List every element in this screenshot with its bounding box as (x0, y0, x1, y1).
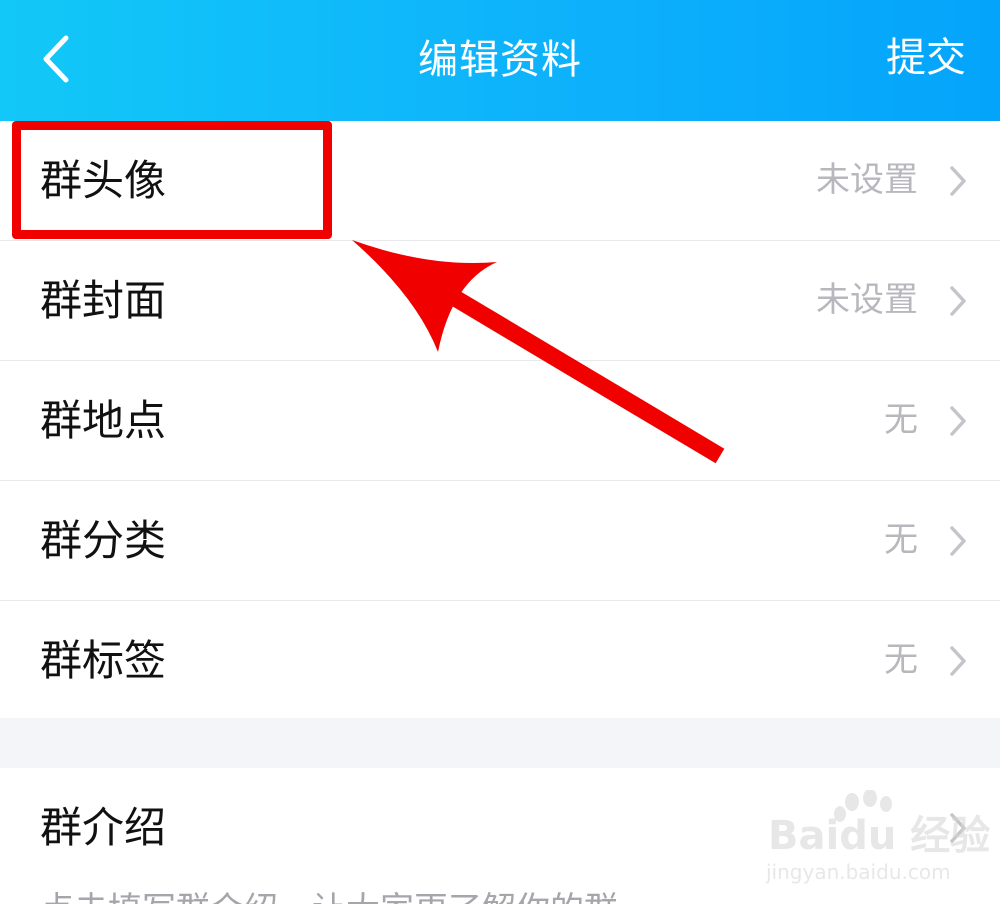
row-value: 无 (884, 640, 918, 680)
row-label: 群标签 (40, 636, 167, 685)
row-value: 无 (884, 520, 918, 560)
intro-label: 群介绍 (40, 803, 167, 852)
row-group-location[interactable]: 群地点 无 (0, 361, 1000, 481)
navigation-bar: 编辑资料 提交 (0, 0, 1000, 121)
intro-hint: 点击填写群介绍，让大家更了解你的群 (40, 888, 618, 904)
section-divider (0, 718, 1000, 768)
chevron-right-icon (950, 646, 966, 676)
row-label: 群地点 (40, 396, 167, 445)
watermark-logo-text: Baidu 经验 (768, 813, 991, 859)
row-group-category[interactable]: 群分类 无 (0, 481, 1000, 601)
edit-profile-screen: 编辑资料 提交 群头像 未设置 群封面 未设置 群地点 无 群分类 无 群标签 … (0, 0, 1000, 904)
row-value: 无 (884, 400, 918, 440)
page-title: 编辑资料 (418, 37, 582, 83)
row-value: 未设置 (816, 160, 918, 200)
annotation-highlight-box (12, 121, 332, 239)
row-value: 未设置 (816, 280, 918, 320)
watermark-url: jingyan.baidu.com (766, 860, 951, 884)
submit-button[interactable]: 提交 (886, 30, 966, 86)
chevron-right-icon (950, 166, 966, 196)
row-label: 群封面 (40, 276, 167, 325)
row-label: 群分类 (40, 516, 167, 565)
chevron-right-icon (950, 526, 966, 556)
chevron-right-icon (950, 406, 966, 436)
row-group-tags[interactable]: 群标签 无 (0, 601, 1000, 720)
chevron-right-icon (950, 286, 966, 316)
baidu-watermark: Baidu 经验 jingyan.baidu.com (760, 790, 990, 890)
row-group-cover[interactable]: 群封面 未设置 (0, 241, 1000, 361)
